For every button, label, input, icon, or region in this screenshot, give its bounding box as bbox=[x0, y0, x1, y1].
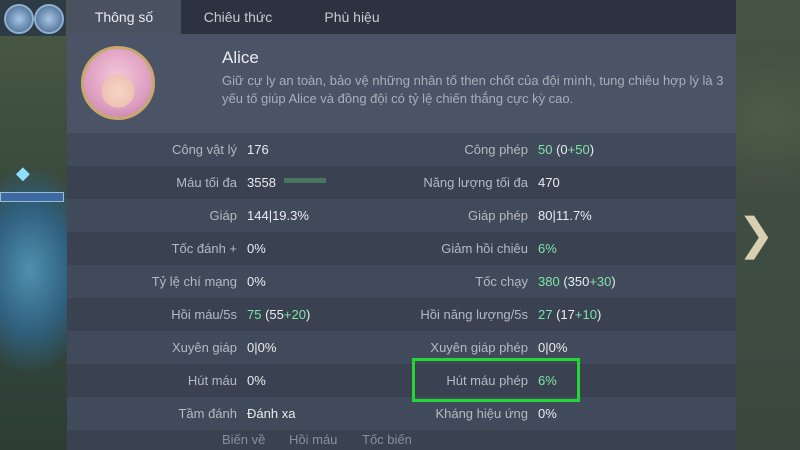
hero-stats-panel: Thông số Chiêu thức Phù hiệu Alice Giữ c… bbox=[67, 0, 736, 450]
stat-value: 0% bbox=[247, 241, 266, 256]
skill-label[interactable]: Biến về bbox=[222, 432, 265, 447]
stat-label: Hồi năng lượng/5s bbox=[420, 307, 528, 322]
stat-value: 380 (350+30) bbox=[538, 274, 616, 289]
stats-row: Tầm đánh Đánh xa Kháng hiệu ứng 0% bbox=[67, 397, 736, 430]
stat-value: 75 (55+20) bbox=[247, 307, 311, 322]
stats-row: Công vật lý 176 Công phép 50 (0+50) bbox=[67, 133, 736, 166]
stat-value: 80|11.7% bbox=[538, 208, 592, 223]
stats-row: Xuyên giáp 0|0% Xuyên giáp phép 0|0% bbox=[67, 331, 736, 364]
hero-header: Alice Giữ cự ly an toàn, bảo vệ những nh… bbox=[67, 34, 736, 133]
stats-row: Tốc đánh + 0% Giảm hồi chiêu 6% bbox=[67, 232, 736, 265]
stats-row: Tỷ lệ chí mạng 0% Tốc chạy 380 (350+30) bbox=[67, 265, 736, 298]
highlight-box bbox=[412, 358, 580, 402]
skill-label[interactable]: Hồi máu bbox=[289, 432, 337, 447]
stat-value: 0% bbox=[247, 274, 266, 289]
stat-value: 0|0% bbox=[247, 340, 277, 355]
stat-label: Tầm đánh bbox=[178, 406, 237, 421]
stat-value: 144|19.3% bbox=[247, 208, 309, 223]
hero-name: Alice bbox=[222, 48, 259, 67]
stat-label: Tốc đánh + bbox=[171, 241, 237, 256]
tab-bar: Thông số Chiêu thức Phù hiệu bbox=[67, 0, 736, 34]
skill-bar-labels: Biến về Hồi máu Tốc biến bbox=[67, 432, 736, 450]
stat-value: 176 bbox=[247, 142, 269, 157]
stat-value: 6% bbox=[538, 241, 557, 256]
stat-value: 50 (0+50) bbox=[538, 142, 595, 157]
tab-stats[interactable]: Thông số bbox=[67, 0, 181, 34]
stat-value: 0% bbox=[247, 373, 266, 388]
stats-row: Máu tối đa 3558 Năng lượng tối đa 470 bbox=[67, 166, 736, 199]
stat-label: Giáp phép bbox=[468, 208, 528, 223]
stat-value: 470 bbox=[538, 175, 560, 190]
ally-portrait-icon[interactable] bbox=[34, 4, 64, 34]
tower-health-bar bbox=[0, 192, 64, 202]
stat-label: Máu tối đa bbox=[176, 175, 237, 190]
tab-skills[interactable]: Chiêu thức bbox=[181, 0, 295, 34]
stats-row: Giáp 144|19.3% Giáp phép 80|11.7% bbox=[67, 199, 736, 232]
stat-label: Tỷ lệ chí mạng bbox=[151, 274, 237, 289]
stat-label: Công phép bbox=[464, 142, 528, 157]
tab-arcana[interactable]: Phù hiệu bbox=[295, 0, 409, 34]
gem-icon: ◆ bbox=[16, 163, 30, 183]
hero-portrait-icon[interactable] bbox=[4, 4, 34, 34]
stat-label: Hút máu bbox=[187, 373, 237, 388]
hero-description: Giữ cự ly an toàn, bảo vệ những nhân tố … bbox=[222, 73, 724, 106]
stat-label: Giáp bbox=[209, 208, 237, 223]
stat-value: Đánh xa bbox=[247, 406, 296, 421]
stat-label: Năng lượng tối đa bbox=[423, 175, 528, 190]
stat-value: 27 (17+10) bbox=[538, 307, 602, 322]
hp-bar bbox=[284, 178, 326, 183]
skill-label[interactable]: Tốc biến bbox=[362, 432, 412, 447]
stat-value: 3558 bbox=[247, 175, 276, 190]
stats-row: Hút máu 0% Hút máu phép 6% bbox=[67, 364, 736, 397]
stat-label: Hồi máu/5s bbox=[171, 307, 237, 322]
stat-label: Công vật lý bbox=[171, 142, 237, 157]
stat-label: Giảm hồi chiêu bbox=[441, 241, 528, 256]
stats-table: Công vật lý 176 Công phép 50 (0+50) Máu … bbox=[67, 133, 736, 450]
hero-avatar bbox=[81, 46, 155, 120]
stat-label: Tốc chạy bbox=[475, 274, 528, 289]
stats-row: Hồi máu/5s 75 (55+20) Hồi năng lượng/5s … bbox=[67, 298, 736, 331]
stat-label: Xuyên giáp bbox=[171, 340, 237, 355]
next-arrow-icon[interactable]: ❯ bbox=[736, 205, 776, 265]
